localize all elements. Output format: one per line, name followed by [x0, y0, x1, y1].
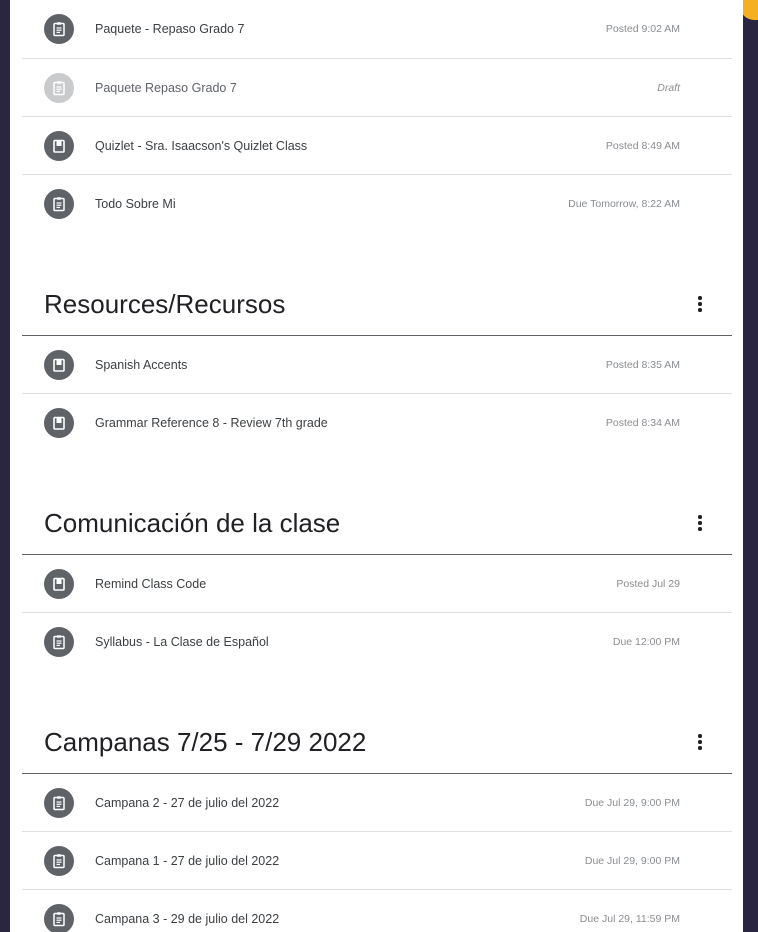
classwork-item[interactable]: Campana 1 - 27 de julio del 2022 Due Jul…	[22, 832, 732, 890]
topic-title: Campanas 7/25 - 7/29 2022	[44, 726, 367, 757]
item-status: Posted 8:35 AM	[605, 358, 680, 371]
topic-title: Comunicación de la clase	[44, 507, 341, 538]
item-due: Due Tomorrow, 8:22 AM	[568, 197, 680, 210]
item-due: Due Jul 29, 9:00 PM	[584, 796, 680, 809]
classwork-item[interactable]: Quizlet - Sra. Isaacson's Quizlet Class …	[22, 117, 732, 175]
classwork-item[interactable]: Grammar Reference 8 - Review 7th grade P…	[22, 394, 732, 451]
item-status: Posted 8:34 AM	[605, 416, 680, 429]
assignment-icon	[44, 188, 74, 219]
item-due: Due Jul 29, 9:00 PM	[584, 854, 680, 867]
draft-label: Draft	[657, 81, 680, 94]
classwork-item-draft[interactable]: Paquete Repaso Grado 7 Draft	[22, 59, 732, 117]
item-status: Posted Jul 29	[616, 577, 680, 590]
classwork-item[interactable]: Spanish Accents Posted 8:35 AM	[22, 336, 732, 394]
assignment-icon	[44, 845, 74, 876]
assignment-icon	[44, 14, 74, 44]
topic-header: Comunicación de la clase	[22, 492, 732, 555]
assignment-icon	[44, 787, 74, 818]
material-icon	[44, 568, 74, 599]
item-due: Due Jul 29, 11:59 PM	[579, 912, 680, 925]
topic-list: Remind Class Code Posted Jul 29 Syllabus…	[22, 555, 732, 670]
topic-header: Resources/Recursos	[22, 273, 732, 336]
topic-list-untitled: Paquete - Repaso Grado 7 Posted 9:02 AM …	[22, 0, 732, 232]
item-due: Due 12:00 PM	[612, 635, 680, 648]
more-options-icon[interactable]	[690, 511, 710, 535]
assignment-icon	[44, 626, 74, 657]
more-options-icon[interactable]	[690, 292, 710, 316]
material-icon	[44, 349, 74, 380]
topic-list: Spanish Accents Posted 8:35 AM Grammar R…	[22, 336, 732, 451]
classwork-item[interactable]: Campana 2 - 27 de julio del 2022 Due Jul…	[22, 774, 732, 832]
material-icon	[44, 407, 74, 438]
classwork-panel: Paquete - Repaso Grado 7 Posted 9:02 AM …	[10, 0, 743, 932]
topic-header: Campanas 7/25 - 7/29 2022	[22, 711, 732, 774]
item-title: Paquete Repaso Grado 7	[95, 80, 237, 95]
topic-title: Resources/Recursos	[44, 288, 286, 319]
topic-list: Campana 2 - 27 de julio del 2022 Due Jul…	[22, 774, 732, 932]
classwork-item[interactable]: Todo Sobre Mi Due Tomorrow, 8:22 AM	[22, 175, 732, 232]
classwork-item[interactable]: Remind Class Code Posted Jul 29	[22, 555, 732, 613]
assignment-icon	[44, 903, 74, 932]
item-status: Posted 9:02 AM	[605, 23, 680, 35]
assignment-icon	[44, 72, 74, 103]
more-options-icon[interactable]	[690, 730, 710, 754]
classwork-item[interactable]: Syllabus - La Clase de Español Due 12:00…	[22, 613, 732, 670]
classwork-item[interactable]: Campana 3 - 29 de julio del 2022 Due Jul…	[22, 890, 732, 932]
item-status: Posted 8:49 AM	[605, 139, 680, 152]
classwork-item[interactable]: Paquete - Repaso Grado 7 Posted 9:02 AM	[22, 0, 732, 59]
material-icon	[44, 130, 74, 161]
